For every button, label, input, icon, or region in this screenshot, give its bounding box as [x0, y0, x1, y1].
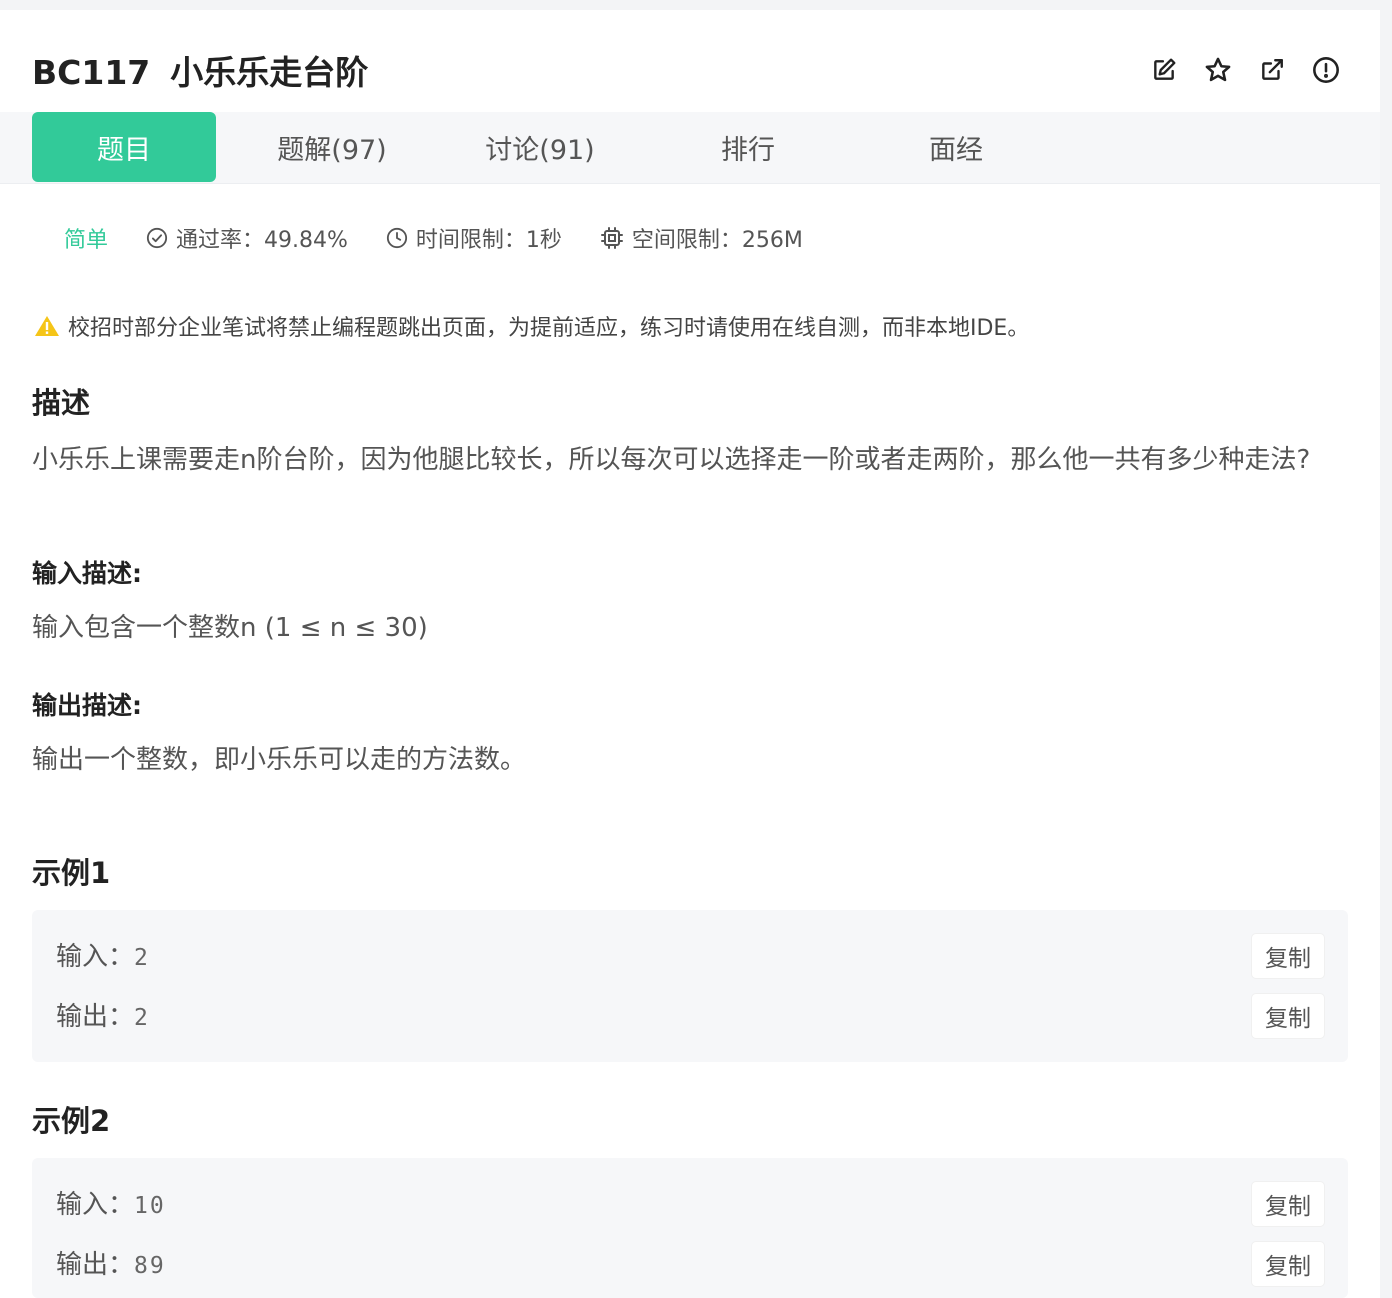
tab-interview[interactable]: 面经	[864, 112, 1048, 182]
example-1-input: 输入：2	[56, 936, 150, 973]
star-icon[interactable]	[1202, 54, 1234, 86]
problem-id: BC117	[32, 53, 151, 92]
example-2-input: 输入：10	[56, 1184, 166, 1221]
example-2-heading: 示例2	[32, 1104, 111, 1138]
example-2-box: 输入：10 复制 输出：89 复制	[32, 1158, 1348, 1298]
description-text: 小乐乐上课需要走n阶台阶，因为他腿比较长，所以每次可以选择走一阶或者走两阶，那么…	[32, 445, 1311, 475]
output-value: 89	[134, 1253, 166, 1279]
exam-notice: 校招时部分企业笔试将禁止编程题跳出页面，为提前适应，练习时请使用在线自测，而非本…	[34, 310, 1029, 342]
pass-rate: 通过率：49.84%	[146, 222, 348, 254]
time-limit-text: 时间限制：1秒	[415, 228, 562, 253]
tab-problem[interactable]: 题目	[32, 112, 216, 182]
problem-page: BC117 小乐乐走台阶 题目 题解(97) 讨论(91) 排行 面经 简单 通…	[0, 10, 1380, 1298]
problem-meta: 简单 通过率：49.84% 时间限制：1秒 空间限制：256M	[64, 222, 841, 254]
output-value: 2	[134, 1005, 150, 1031]
input-value: 10	[134, 1193, 166, 1219]
warning-icon	[35, 316, 59, 336]
input-value: 2	[134, 945, 150, 971]
report-icon[interactable]	[1310, 54, 1342, 86]
input-label: 输入：	[56, 1190, 135, 1220]
tab-discussion[interactable]: 讨论(91)	[448, 112, 632, 182]
check-circle-icon	[146, 227, 168, 249]
example-1-output: 输出：2	[56, 996, 150, 1033]
header-actions	[1148, 54, 1342, 86]
chip-icon	[600, 227, 623, 249]
input-description-heading: 输入描述:	[32, 559, 142, 588]
header: BC117 小乐乐走台阶	[0, 10, 1380, 112]
example-1-heading: 示例1	[32, 856, 111, 890]
external-link-icon[interactable]	[1256, 54, 1288, 86]
tab-ranking[interactable]: 排行	[656, 112, 840, 182]
copy-output-button[interactable]: 复制	[1252, 1242, 1324, 1286]
space-limit-text: 空间限制：256M	[631, 228, 803, 253]
tab-solutions[interactable]: 题解(97)	[240, 112, 424, 182]
copy-input-button[interactable]: 复制	[1252, 1182, 1324, 1226]
difficulty-badge: 简单	[64, 228, 109, 253]
input-description-text: 输入包含一个整数n (1 ≤ n ≤ 30)	[32, 613, 428, 643]
input-label: 输入：	[56, 942, 135, 972]
problem-name: 小乐乐走台阶	[170, 53, 369, 92]
copy-output-button[interactable]: 复制	[1252, 994, 1324, 1038]
clock-icon	[386, 227, 407, 249]
example-1-box: 输入：2 复制 输出：2 复制	[32, 910, 1348, 1062]
output-description-heading: 输出描述:	[32, 691, 142, 720]
description-heading: 描述	[32, 386, 91, 420]
space-limit: 空间限制：256M	[600, 222, 803, 254]
notice-text: 校招时部分企业笔试将禁止编程题跳出页面，为提前适应，练习时请使用在线自测，而非本…	[68, 316, 1030, 341]
output-label: 输出：	[56, 1002, 135, 1032]
time-limit: 时间限制：1秒	[386, 222, 562, 254]
panel-resize-handle[interactable]: ⋮	[1384, 675, 1392, 714]
example-2-output: 输出：89	[56, 1244, 166, 1281]
page-title: BC117 小乐乐走台阶	[32, 46, 368, 94]
tab-bar: 题目 题解(97) 讨论(91) 排行 面经	[0, 112, 1380, 184]
copy-input-button[interactable]: 复制	[1252, 934, 1324, 978]
edit-icon[interactable]	[1148, 54, 1180, 86]
output-description-text: 输出一个整数，即小乐乐可以走的方法数。	[32, 745, 527, 775]
pass-rate-text: 通过率：49.84%	[176, 228, 348, 253]
output-label: 输出：	[56, 1250, 135, 1280]
